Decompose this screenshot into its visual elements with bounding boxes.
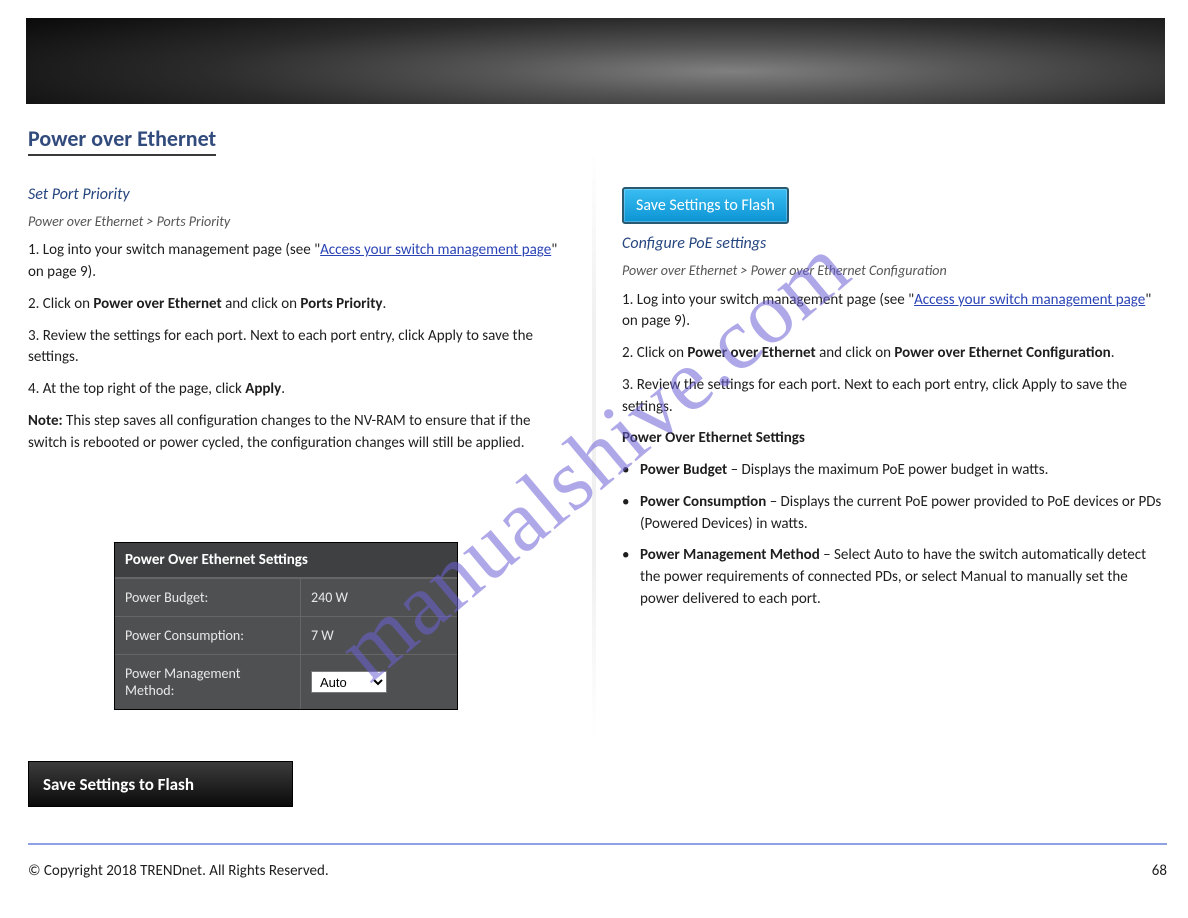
right-step2-strong1: Power over Ethernet: [687, 344, 815, 362]
left-step4-end: .: [281, 380, 285, 398]
left-topic-heading: Set Port Priority: [28, 183, 568, 206]
poe-row1-value: 240 W: [301, 579, 457, 616]
poe-row2-value: 7 W: [301, 617, 457, 654]
right-step1: 1. Log into your switch management page …: [622, 290, 1162, 334]
left-nav-path: Power over Ethernet > Ports Priority: [28, 212, 568, 232]
bullet-icon: [622, 492, 640, 536]
footer: © Copyright 2018 TRENDnet. All Rights Re…: [28, 862, 1167, 880]
poe-row3-label: Power Management Method:: [115, 655, 301, 709]
poe-row1-label: Power Budget:: [115, 579, 301, 616]
footer-divider: [28, 843, 1167, 845]
right-topic-heading: Configure PoE settings: [622, 232, 1162, 255]
right-nav-path: Power over Ethernet > Power over Etherne…: [622, 261, 1162, 281]
poe-row2-label: Power Consumption:: [115, 617, 301, 654]
left-step1-lead: 1. Log into your switch management page …: [28, 241, 320, 259]
left-step1-link[interactable]: Access your switch management page: [320, 241, 551, 259]
right-step2-lead: 2. Click on: [622, 344, 687, 362]
left-note: Note: This step saves all configuration …: [28, 411, 568, 455]
right-column: Save Settings to Flash Configure PoE set…: [622, 145, 1162, 621]
right-step2-mid: and click on: [816, 344, 895, 362]
right-step3: 3. Review the settings for each port. Ne…: [622, 375, 1162, 419]
right-bullet-1: Power Budget – Displays the maximum PoE …: [622, 460, 1162, 482]
right-settings-heading: Power Over Ethernet Settings: [622, 428, 1162, 450]
left-step2: 2. Click on Power over Ethernet and clic…: [28, 294, 568, 316]
bullet-icon: [622, 460, 640, 482]
right-b1-strong: Power Budget: [640, 461, 727, 479]
header-banner: [26, 18, 1165, 104]
right-settings-heading-text: Power Over Ethernet Settings: [622, 429, 805, 447]
right-step2-end: .: [1111, 344, 1115, 362]
left-note-strong: Note:: [28, 412, 63, 430]
right-step2-strong2: Power over Ethernet Configuration: [894, 344, 1110, 362]
left-step2-lead: 2. Click on: [28, 295, 93, 313]
left-step4-lead: 4. At the top right of the page, click: [28, 380, 245, 398]
left-step3: 3. Review the settings for each port. Ne…: [28, 326, 568, 370]
table-row: Power Management Method: Auto: [115, 654, 457, 709]
bullet-icon: [622, 545, 640, 610]
section-title: Power over Ethernet: [28, 125, 216, 156]
footer-page-number: 68: [1152, 862, 1167, 880]
left-step2-strong1: Power over Ethernet: [93, 295, 221, 313]
left-step4: 4. At the top right of the page, click A…: [28, 379, 568, 401]
power-management-method-select[interactable]: Auto: [311, 671, 387, 693]
table-row: Power Consumption: 7 W: [115, 616, 457, 654]
right-step1-lead: 1. Log into your switch management page …: [622, 291, 914, 309]
right-bullet-3: Power Management Method – Select Auto to…: [622, 545, 1162, 610]
right-b3-strong: Power Management Method: [640, 546, 820, 564]
save-settings-flash-button-top[interactable]: Save Settings to Flash: [622, 187, 789, 224]
left-note-text: This step saves all configuration change…: [28, 412, 530, 452]
right-step2: 2. Click on Power over Ethernet and clic…: [622, 343, 1162, 365]
left-step2-mid: and click on: [222, 295, 301, 313]
column-divider: [592, 150, 596, 740]
left-step4-strong: Apply: [245, 380, 281, 398]
poe-settings-table: Power Over Ethernet Settings Power Budge…: [114, 542, 458, 710]
save-settings-flash-button-dark[interactable]: Save Settings to Flash: [28, 761, 293, 807]
right-b1-text: – Displays the maximum PoE power budget …: [727, 461, 1048, 479]
footer-copyright: © Copyright 2018 TRENDnet. All Rights Re…: [28, 862, 329, 880]
right-b2-strong: Power Consumption: [640, 493, 766, 511]
right-bullet-2: Power Consumption – Displays the current…: [622, 492, 1162, 536]
left-column: Set Port Priority Power over Ethernet > …: [28, 175, 568, 464]
left-step2-end: .: [383, 295, 387, 313]
poe-table-title: Power Over Ethernet Settings: [115, 543, 457, 578]
left-step2-strong2: Ports Priority: [300, 295, 382, 313]
table-row: Power Budget: 240 W: [115, 578, 457, 616]
left-step1: 1. Log into your switch management page …: [28, 240, 568, 284]
right-step1-link[interactable]: Access your switch management page: [914, 291, 1145, 309]
